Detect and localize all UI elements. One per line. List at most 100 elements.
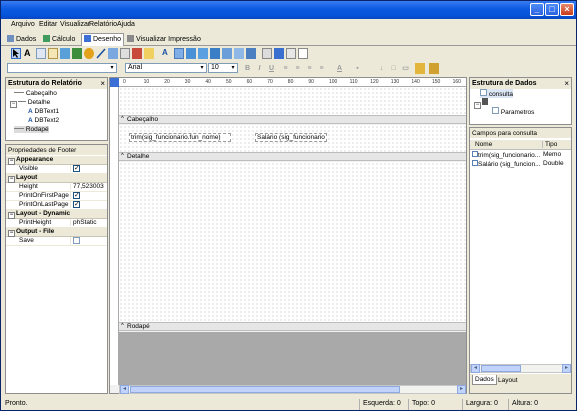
band-rodape[interactable]: ^ Rodapé [119,322,466,331]
label-tool-icon[interactable]: A [24,48,34,59]
font-size-select[interactable]: 10 ▾ [208,63,238,73]
align-right-icon[interactable]: ≡ [305,64,314,73]
memo-tool-icon[interactable] [36,48,46,59]
align-left-icon[interactable]: ≡ [281,64,290,73]
menu-arquivo[interactable]: Arquivo [11,21,35,28]
page-tool-icon[interactable] [298,48,308,59]
line-tool-icon[interactable] [96,48,106,59]
dbbarcode-tool-icon[interactable] [222,48,232,59]
dbtext2[interactable]: Salário (sig_funcionario [255,133,327,142]
scroll-thumb[interactable] [481,365,521,372]
shape-tool-icon[interactable] [84,48,94,59]
group-layout-dynamic[interactable]: − Layout - Dynamic [6,210,107,219]
column-nome[interactable]: Nome [475,141,492,148]
dbmemo-tool-icon[interactable] [174,48,184,59]
field-row-2[interactable]: Salário (sig_funcion... Double [472,160,570,168]
tab-desenho[interactable]: Desenho [81,33,125,46]
footer-band-area[interactable] [119,332,466,385]
highlight-icon[interactable]: ▪ [353,64,362,73]
dbrichtext-tool-icon[interactable] [186,48,196,59]
visible-checkbox[interactable]: ✓ [73,165,80,172]
border-icon[interactable]: ▭ [401,64,410,73]
font-color-icon[interactable]: A [335,64,344,73]
dbtext1[interactable]: trim(sig_funcionario.fun_nome) [129,133,231,142]
menu-ajuda[interactable]: Ajuda [117,21,135,28]
subreport-tool-icon[interactable] [132,48,142,59]
prop-print-on-first-page[interactable]: PrintOnFirstPage ✓ [6,192,107,201]
prop-save[interactable]: Save [6,237,107,246]
collapse-icon[interactable]: − [8,212,15,219]
fields-horizontal-scrollbar[interactable]: ◂ ▸ [470,364,571,373]
save-checkbox[interactable] [73,237,80,244]
menu-visualizar[interactable]: Visualizar [60,21,90,28]
prop-print-height[interactable]: PrintHeight phStatic [6,219,107,228]
tab-right-layout[interactable]: Layout [496,376,520,385]
tree-item-dbtext2[interactable]: A DBText2 [28,117,59,124]
dbimage-tool-icon[interactable] [210,48,220,59]
field-row-1[interactable]: trim(sig_funcionario... Memo [472,151,570,159]
dbchart-tool-icon[interactable] [246,48,256,59]
designer-horizontal-scrollbar[interactable]: ◂ ▸ [119,385,466,394]
dbtext-tool-icon[interactable]: A [162,48,172,59]
header-band-area[interactable]: trim(sig_funcionario.fun_nome) Salário (… [119,125,466,152]
tab-calculo[interactable]: Cálculo [41,34,77,46]
collapse-icon[interactable]: − [8,158,15,165]
send-back-icon[interactable] [429,63,439,74]
group-tool-icon[interactable] [262,48,272,59]
close-icon[interactable]: × [100,79,105,88]
anchor-icon[interactable]: ↓ [377,64,386,73]
image-tool-icon[interactable] [72,48,82,59]
tree-item-dbtext1[interactable]: A DBText1 [28,108,59,115]
close-icon[interactable]: × [564,79,569,88]
tab-right-dados[interactable]: Dados [472,375,497,385]
minimize-button[interactable]: _ [530,3,544,16]
maximize-button[interactable]: □ [545,3,559,16]
scroll-left-icon[interactable]: ◂ [120,385,129,394]
band-cabecalho[interactable]: ^ Cabeçalho [119,115,466,124]
tree-item-detalhe[interactable]: − Detalhe [10,99,50,108]
group-output-file[interactable]: − Output - File [6,228,107,237]
tree-item-rodape[interactable]: Rodapé [14,126,49,133]
tree-item-consulta[interactable]: consulta [480,89,514,98]
dbcalc-tool-icon[interactable] [198,48,208,59]
tree-item-group[interactable]: − [474,98,488,109]
pointer-icon[interactable] [11,48,21,59]
align-justify-icon[interactable]: ≡ [317,64,326,73]
table-tool-icon[interactable] [274,48,284,59]
ruler-corner[interactable] [110,78,119,87]
crosstab-tool-icon[interactable] [286,48,296,59]
style-select[interactable]: ▾ [7,63,117,73]
tab-dados[interactable]: Dados [5,34,38,46]
collapse-icon[interactable]: − [8,230,15,237]
scroll-left-icon[interactable]: ◂ [471,364,480,373]
column-tipo[interactable]: Tipo [542,141,557,148]
font-family-select[interactable]: Arial ▾ [125,63,207,73]
scroll-thumb[interactable] [130,386,400,393]
italic-button[interactable]: I [255,64,264,73]
region-tool-icon[interactable] [120,48,130,59]
richtext-tool-icon[interactable] [48,48,58,59]
collapse-icon[interactable]: − [474,102,481,109]
barcode-tool-icon[interactable] [108,48,118,59]
collapse-icon[interactable]: − [10,101,17,108]
group-appearance[interactable]: − Appearance [6,156,107,165]
print-last-checkbox[interactable]: ✓ [73,201,80,208]
chart-tool-icon[interactable] [144,48,154,59]
band-detalhe[interactable]: ^ Detalhe [119,152,466,161]
detail-band-area[interactable] [119,162,466,322]
print-first-checkbox[interactable]: ✓ [73,192,80,199]
prop-print-on-last-page[interactable]: PrintOnLastPage ✓ [6,201,107,210]
align-center-icon[interactable]: ≡ [293,64,302,73]
group-layout[interactable]: − Layout [6,174,107,183]
bring-front-icon[interactable] [415,63,425,74]
bold-button[interactable]: B [243,64,252,73]
menu-editar[interactable]: Editar [39,21,57,28]
tab-visualizar-impressao[interactable]: Visualizar Impressão [125,34,203,46]
tree-item-parametros[interactable]: Parametros [492,107,534,116]
tree-item-cabecalho[interactable]: Cabeçalho [14,90,57,97]
prop-visible[interactable]: Visible ✓ [6,165,107,174]
frame-icon[interactable]: □ [389,64,398,73]
scroll-right-icon[interactable]: ▸ [457,385,466,394]
menu-relatorio[interactable]: Relatório [89,21,117,28]
collapse-icon[interactable]: − [8,176,15,183]
